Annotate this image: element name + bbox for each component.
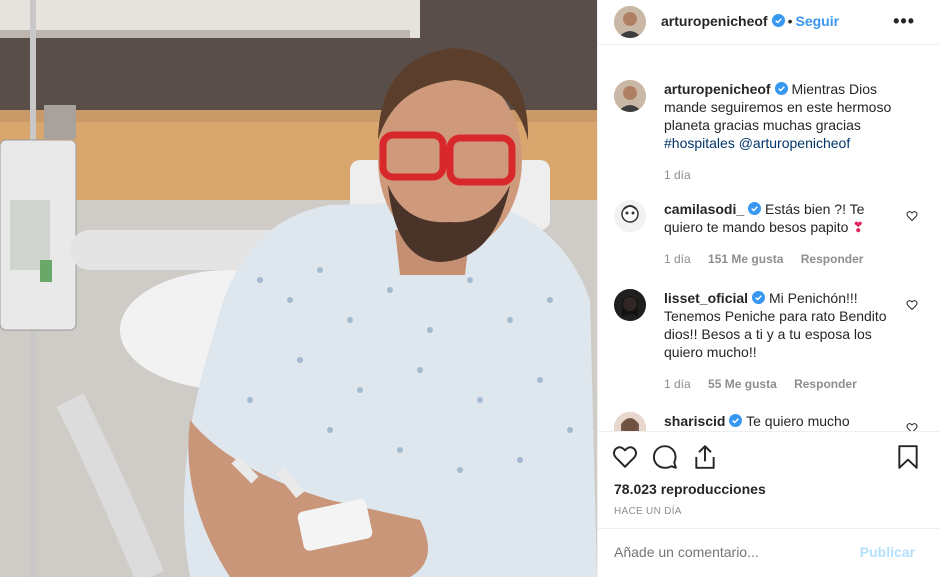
avatar[interactable]: [614, 289, 646, 321]
add-comment-section: Publicar: [598, 528, 940, 578]
verified-badge-icon: [771, 14, 785, 27]
comment-text-block: shariscid Te quiero mucho: [664, 412, 899, 430]
verified-badge-icon: [748, 202, 762, 215]
share-icon[interactable]: [692, 444, 718, 470]
heart-emoji-icon: ❣: [852, 219, 865, 235]
heart-icon[interactable]: [612, 444, 638, 470]
avatar[interactable]: [614, 200, 646, 232]
caption-time[interactable]: 1 día: [664, 168, 691, 182]
reply-button[interactable]: Responder: [794, 377, 857, 391]
comment-username[interactable]: lisset_oficial: [664, 290, 748, 306]
video-frame-image: [0, 0, 597, 577]
more-options-icon[interactable]: •••: [893, 11, 915, 32]
post-header: arturopenicheof • Seguir •••: [598, 0, 940, 45]
comment-text-block: camilasodi_ Estás bien ?! Te quiero te m…: [664, 200, 899, 236]
bookmark-icon[interactable]: [895, 444, 921, 470]
comment-time[interactable]: 1 día: [664, 377, 691, 391]
comment-time[interactable]: 1 día: [664, 252, 691, 266]
comment-username[interactable]: camilasodi_: [664, 201, 744, 217]
comment-likes[interactable]: 151 Me gusta: [708, 252, 783, 266]
caption-meta: 1 día: [664, 168, 705, 182]
verified-badge-icon: [774, 82, 788, 95]
hashtag-link[interactable]: #hospitales: [664, 135, 735, 151]
avatar[interactable]: [614, 6, 646, 38]
comment-username[interactable]: shariscid: [664, 413, 725, 429]
post-comment-button[interactable]: Publicar: [860, 544, 915, 560]
caption-text-block: arturopenicheof Mientras Dios mande segu…: [664, 80, 899, 152]
reply-button[interactable]: Responder: [801, 252, 864, 266]
comment-icon[interactable]: [652, 444, 678, 470]
like-comment-heart-icon[interactable]: [906, 422, 918, 431]
add-comment-input[interactable]: [614, 544, 844, 560]
header-username[interactable]: arturopenicheof: [661, 13, 768, 29]
view-count[interactable]: 78.023 reproducciones: [614, 481, 766, 497]
like-comment-heart-icon[interactable]: [906, 210, 918, 222]
avatar[interactable]: [614, 412, 646, 431]
comments-list: arturopenicheof Mientras Dios mande segu…: [598, 45, 940, 431]
comment-text-block: lisset_oficial Mi Penichón!!! Tenemos Pe…: [664, 289, 899, 361]
post-timestamp[interactable]: HACE UN DÍA: [614, 506, 682, 517]
header-separator: •: [787, 13, 793, 29]
like-comment-heart-icon[interactable]: [906, 299, 918, 311]
avatar[interactable]: [614, 80, 646, 112]
comment-likes[interactable]: 55 Me gusta: [708, 377, 777, 391]
follow-button[interactable]: Seguir: [795, 13, 839, 29]
caption-username[interactable]: arturopenicheof: [664, 81, 771, 97]
post-details-panel: arturopenicheof • Seguir ••• arturopeniche…: [597, 0, 940, 577]
comment-meta: 1 día 55 Me gusta Responder: [664, 377, 871, 391]
comment-meta: 1 día 151 Me gusta Responder: [664, 252, 877, 266]
post-actions-section: 78.023 reproducciones HACE UN DÍA: [598, 431, 940, 528]
comment-text: Te quiero mucho: [746, 413, 850, 429]
verified-badge-icon: [752, 291, 766, 304]
post-video[interactable]: [0, 0, 597, 577]
verified-badge-icon: [729, 414, 743, 427]
mention-link[interactable]: @arturopenicheof: [739, 135, 851, 151]
